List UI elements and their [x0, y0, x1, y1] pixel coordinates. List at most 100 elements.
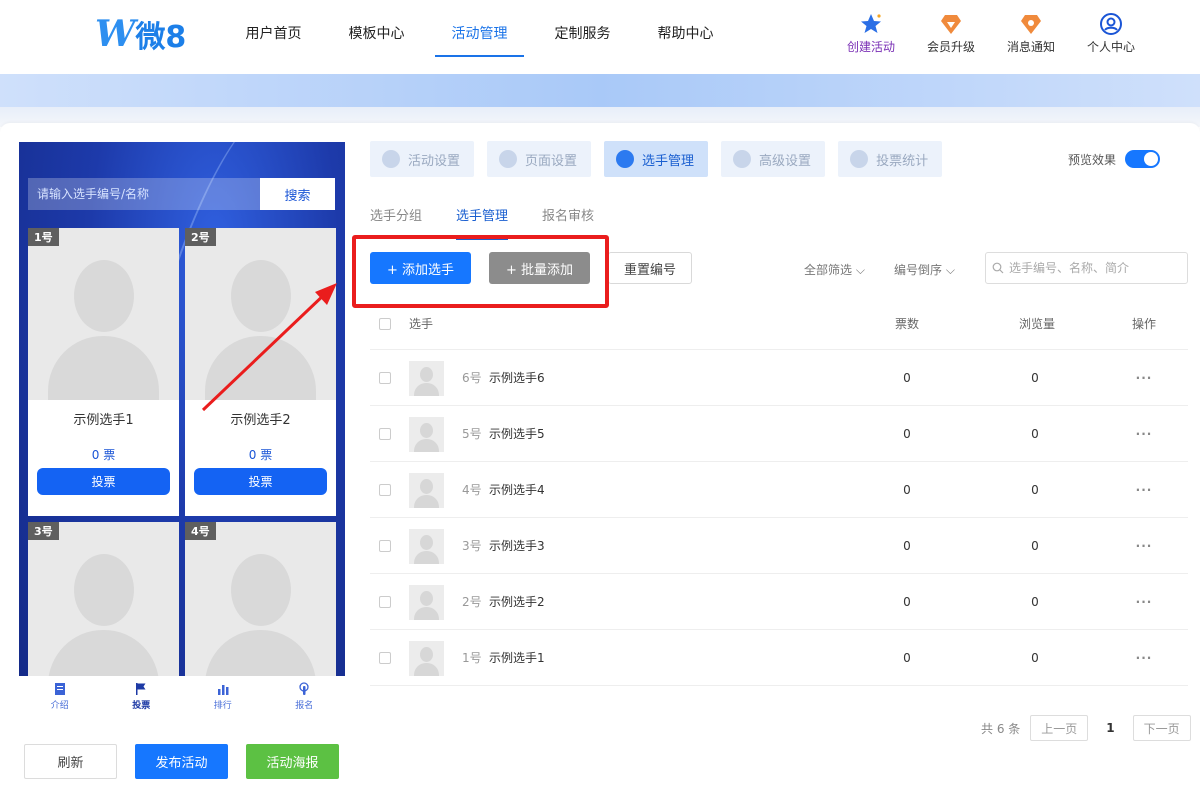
reset-number-button[interactable]: 重置编号: [608, 252, 692, 284]
view-count: 0: [1031, 594, 1039, 609]
select-all-checkbox[interactable]: [379, 317, 391, 330]
player-card-1[interactable]: 1号 示例选手1 0 票 投票: [28, 228, 179, 516]
row-checkbox[interactable]: [379, 427, 391, 440]
vote-button[interactable]: 投票: [194, 468, 327, 495]
step-tabs: 活动设置 页面设置 选手管理 高级设置 投票统计: [370, 141, 943, 177]
table-row[interactable]: 1号 示例选手1 0 0 ···: [370, 630, 1188, 686]
player-photo: 3号: [28, 522, 179, 676]
publish-activity-button[interactable]: 发布活动: [135, 744, 228, 779]
user-circle-icon: [1100, 13, 1122, 35]
vote-button[interactable]: 投票: [37, 468, 170, 495]
tab-ranking-label: 排行: [213, 701, 232, 711]
nav-activity-management[interactable]: 活动管理: [428, 0, 531, 74]
tab-intro-label: 介绍: [50, 701, 69, 711]
star-icon: [861, 14, 881, 33]
more-icon[interactable]: ···: [1130, 539, 1158, 553]
row-checkbox[interactable]: [379, 371, 391, 384]
table-row[interactable]: 2号 示例选手2 0 0 ···: [370, 574, 1188, 630]
header-player: 选手: [409, 317, 434, 331]
vote-count: 0: [903, 370, 911, 385]
row-checkbox[interactable]: [379, 539, 391, 552]
step-label: 高级设置: [759, 153, 812, 169]
table-row[interactable]: 4号 示例选手4 0 0 ···: [370, 462, 1188, 518]
avatar: [409, 529, 444, 564]
player-name: 示例选手5: [489, 427, 545, 441]
avatar: [409, 361, 444, 396]
step-label: 投票统计: [876, 153, 929, 169]
chevron-down-icon: ⌵: [855, 263, 865, 277]
player-votes: 0 票: [91, 448, 116, 462]
tab-vote[interactable]: 投票: [101, 676, 183, 720]
row-checkbox[interactable]: [379, 483, 391, 496]
row-checkbox[interactable]: [379, 651, 391, 664]
vote-count: 0: [903, 538, 911, 553]
sort-dropdown[interactable]: 编号倒序 ⌵: [894, 261, 955, 278]
tab-vote-label: 投票: [132, 701, 151, 711]
member-upgrade-label: 会员升级: [926, 40, 975, 54]
member-upgrade-button[interactable]: 会员升级: [922, 12, 980, 55]
table-row[interactable]: 5号 示例选手5 0 0 ···: [370, 406, 1188, 462]
view-count: 0: [1031, 370, 1039, 385]
logo[interactable]: W 微8: [95, 13, 186, 55]
vote-count: 0: [903, 650, 911, 665]
more-icon[interactable]: ···: [1130, 595, 1158, 609]
view-count: 0: [1031, 426, 1039, 441]
step-page-settings[interactable]: 页面设置: [487, 141, 592, 177]
preview-toggle-label: 预览效果: [1068, 152, 1117, 167]
player-card-3[interactable]: 3号: [28, 522, 179, 676]
player-name: 示例选手2: [489, 595, 545, 609]
preview-search-button[interactable]: 搜索: [260, 178, 335, 210]
personal-center-button[interactable]: 个人中心: [1082, 12, 1140, 55]
activity-poster-button[interactable]: 活动海报: [246, 744, 339, 779]
step-advanced-settings[interactable]: 高级设置: [721, 141, 826, 177]
player-votes: 0 票: [248, 448, 273, 462]
view-count: 0: [1031, 650, 1039, 665]
step-vote-statistics[interactable]: 投票统计: [838, 141, 943, 177]
prev-page-button[interactable]: 上一页: [1030, 715, 1089, 741]
bell-badge-icon: [1021, 15, 1041, 34]
filter-dropdown-label: 全部筛选: [804, 263, 853, 277]
player-number-badge: 3号: [28, 522, 59, 540]
nav-user-home[interactable]: 用户首页: [222, 0, 325, 74]
more-icon[interactable]: ···: [1130, 371, 1158, 385]
nav-custom-service[interactable]: 定制服务: [531, 0, 634, 74]
preview-search-input[interactable]: [28, 178, 260, 210]
next-page-button[interactable]: 下一页: [1132, 715, 1191, 741]
more-icon[interactable]: ···: [1130, 483, 1158, 497]
annotation-arrow: [201, 283, 337, 412]
nav-help-center[interactable]: 帮助中心: [634, 0, 737, 74]
current-page[interactable]: 1: [1098, 721, 1122, 735]
main-nav: 用户首页 模板中心 活动管理 定制服务 帮助中心: [222, 0, 737, 74]
tab-ranking[interactable]: 排行: [182, 676, 264, 720]
nav-template-center[interactable]: 模板中心: [325, 0, 428, 74]
create-activity-button[interactable]: 创建活动: [842, 12, 900, 55]
table-row[interactable]: 3号 示例选手3 0 0 ···: [370, 518, 1188, 574]
message-notify-button[interactable]: 消息通知: [1002, 12, 1060, 55]
table-row[interactable]: 6号 示例选手6 0 0 ···: [370, 350, 1188, 406]
filter-dropdown[interactable]: 全部筛选 ⌵: [804, 261, 865, 278]
avatar: [409, 473, 444, 508]
preview-toggle[interactable]: [1125, 150, 1161, 168]
bar-chart-icon: [217, 685, 229, 695]
player-card-4[interactable]: 4号: [185, 522, 336, 676]
preview-tabbar: 介绍 投票 排行 报名: [19, 676, 345, 720]
flag-icon: [136, 683, 146, 695]
more-icon[interactable]: ···: [1130, 427, 1158, 441]
step-activity-settings[interactable]: 活动设置: [370, 141, 475, 177]
tab-intro[interactable]: 介绍: [19, 676, 101, 720]
player-name: 示例选手1: [73, 413, 134, 428]
more-icon[interactable]: ···: [1130, 651, 1158, 665]
sort-dropdown-label: 编号倒序: [894, 263, 943, 277]
stats-icon: [850, 150, 869, 168]
row-checkbox[interactable]: [379, 595, 391, 608]
player-number: 6号: [462, 371, 482, 385]
banner: [0, 74, 1200, 107]
table-header: 选手 票数 浏览量 操作: [370, 298, 1188, 350]
view-count: 0: [1031, 538, 1039, 553]
percent-icon: [733, 150, 752, 168]
refresh-button[interactable]: 刷新: [24, 744, 117, 779]
step-player-management[interactable]: 选手管理: [604, 141, 709, 177]
player-search-input[interactable]: [1009, 261, 1179, 275]
vote-count: 0: [903, 426, 911, 441]
tab-signup[interactable]: 报名: [264, 676, 346, 720]
